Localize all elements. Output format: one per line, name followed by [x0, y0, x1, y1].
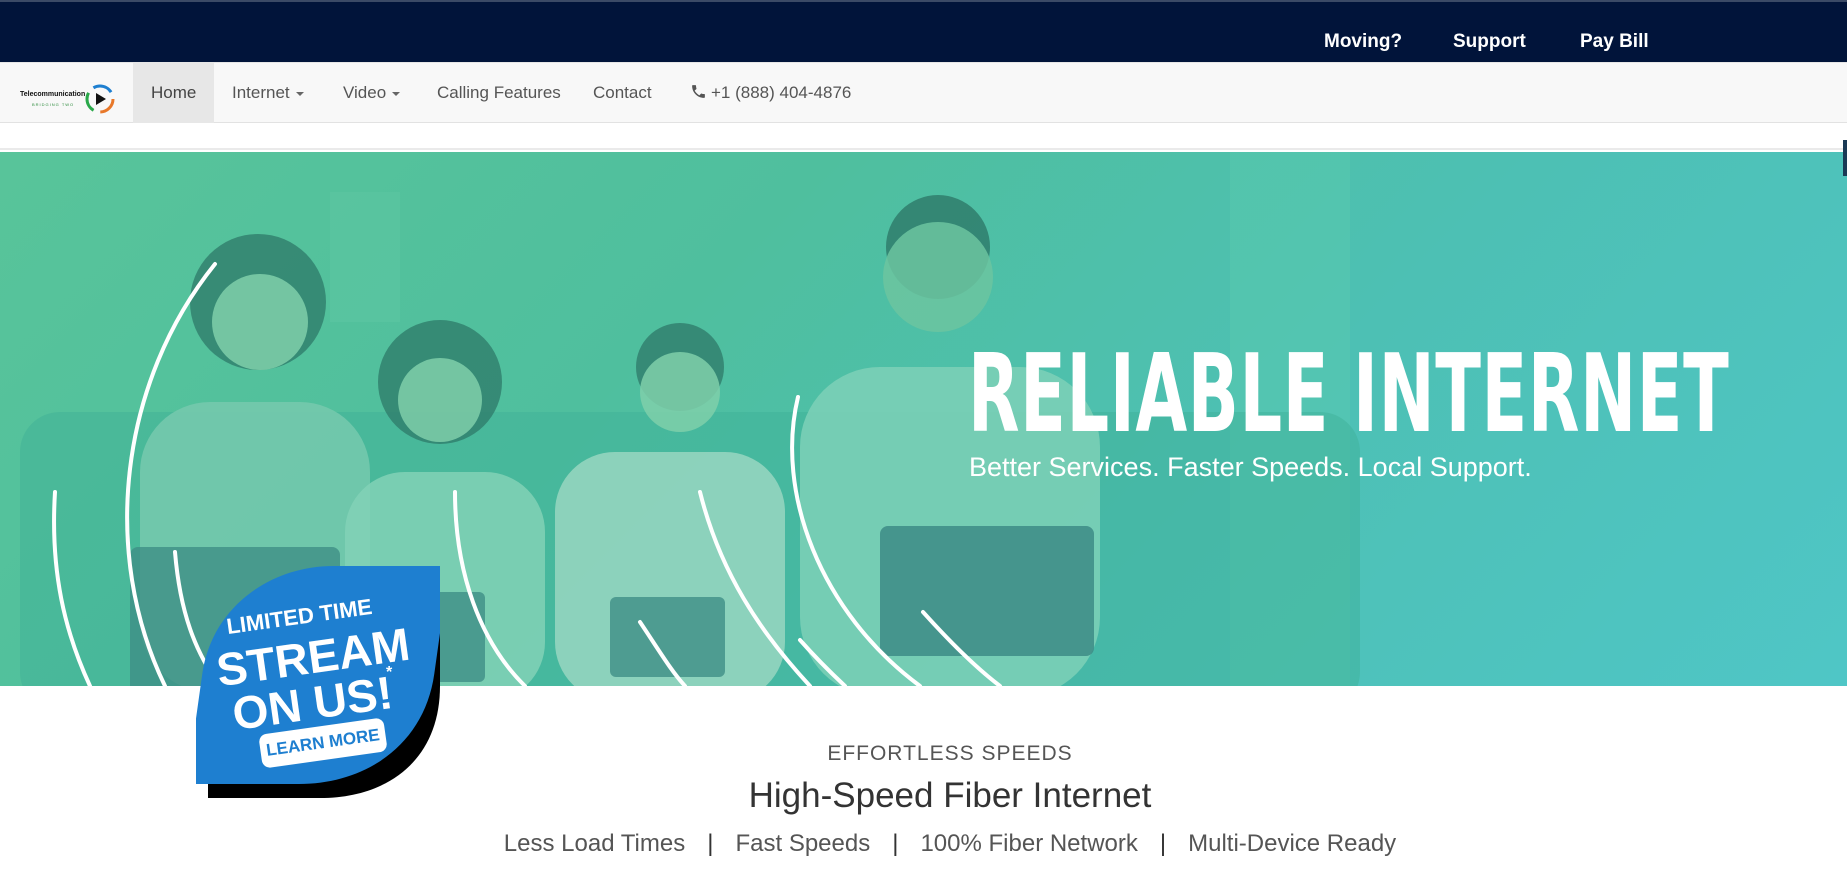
chevron-down-icon	[392, 91, 401, 96]
divider	[0, 148, 1847, 150]
nav-phone-number: +1 (888) 404-4876	[711, 83, 852, 102]
feature-list: Less Load Times | Fast Speeds | 100% Fiber N…	[0, 830, 1847, 858]
nav-phone[interactable]: +1 (888) 404-4876	[672, 63, 869, 123]
logo-subtext: BRIDGING TWO	[32, 102, 75, 107]
nav-home-label: Home	[151, 83, 197, 102]
hero-title: RELIABLE INTERNET	[968, 332, 1730, 457]
nav-video-label: Video	[343, 83, 387, 102]
nav-calling-features-label: Calling Features	[437, 83, 561, 102]
pay-bill-link[interactable]: Pay Bill	[1580, 31, 1649, 53]
feature-item: Fast Speeds	[735, 830, 871, 857]
nav-contact[interactable]: Contact	[575, 63, 670, 123]
nav-contact-label: Contact	[593, 83, 652, 102]
moving-link[interactable]: Moving?	[1324, 31, 1402, 53]
nav-home[interactable]: Home	[133, 63, 214, 123]
nav-video[interactable]: Video	[325, 63, 418, 123]
phone-icon	[692, 85, 705, 98]
nav-internet[interactable]: Internet	[214, 63, 322, 123]
feature-item: 100% Fiber Network	[920, 830, 1138, 857]
feature-item: Less Load Times	[503, 830, 686, 857]
nav-calling-features[interactable]: Calling Features	[419, 63, 579, 123]
feature-item: Multi-Device Ready	[1188, 830, 1397, 857]
feature-separator: |	[707, 830, 714, 857]
logo-text: Telecommunication	[20, 91, 86, 98]
chevron-down-icon	[295, 91, 304, 96]
nav-internet-label: Internet	[232, 83, 290, 102]
section-kicker: EFFORTLESS SPEEDS	[827, 742, 1073, 765]
brand-logo[interactable]: Telecommunication BRIDGING TWO	[18, 83, 118, 117]
support-link[interactable]: Support	[1453, 31, 1526, 53]
carousel-edge-indicator[interactable]	[1843, 140, 1847, 176]
section-title: High-Speed Fiber Internet	[748, 776, 1152, 815]
logo-mark-icon	[85, 84, 115, 114]
hero-subtitle: Better Services. Faster Speeds. Local Su…	[969, 452, 1532, 482]
top-utility-bar: Moving? Support Pay Bill	[0, 0, 1847, 62]
feature-separator: |	[892, 830, 899, 857]
main-navbar: Telecommunication BRIDGING TWO Home Inte…	[0, 62, 1847, 123]
feature-separator: |	[1159, 830, 1167, 857]
promo-asterisk: *	[386, 664, 393, 681]
